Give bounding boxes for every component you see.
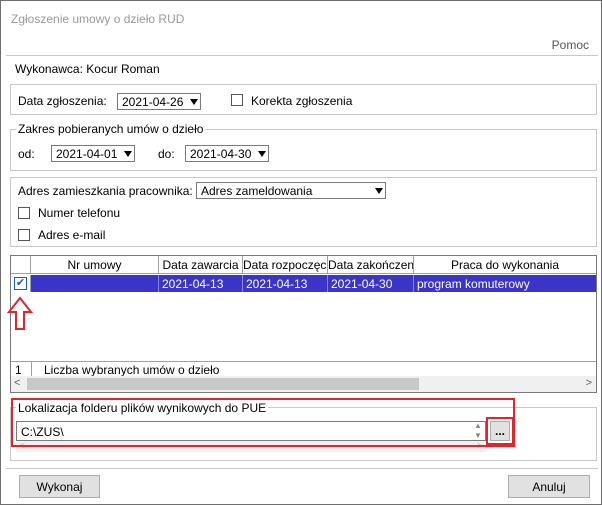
row-date-end: 2021-04-30 bbox=[328, 275, 414, 292]
range-title: Zakres pobieranych umów o dzieło bbox=[16, 122, 206, 136]
column-header-date-end[interactable]: Data zakończeni bbox=[328, 256, 414, 274]
chevron-down-icon bbox=[258, 151, 266, 157]
range-to-label: do: bbox=[158, 147, 175, 161]
column-header-nr[interactable]: Nr umowy bbox=[31, 256, 159, 274]
contractor-label: Wykonawca: bbox=[15, 62, 83, 76]
separator bbox=[6, 55, 598, 56]
grid-footer: 1 Liczba wybranych umów o dzieło bbox=[11, 361, 596, 377]
chevron-down-icon bbox=[124, 151, 132, 157]
column-header-work[interactable]: Praca do wykonania bbox=[414, 256, 596, 274]
range-from-picker[interactable]: 2021-04-01 bbox=[51, 145, 135, 162]
contractor-name: Kocur Roman bbox=[86, 62, 160, 76]
execute-button[interactable]: Wykonaj bbox=[19, 475, 100, 498]
row-nr bbox=[31, 275, 159, 292]
footer-divider bbox=[31, 362, 32, 376]
chevron-down-icon bbox=[375, 188, 383, 194]
row-date-signed: 2021-04-13 bbox=[159, 275, 243, 292]
email-label: Adres e-mail bbox=[38, 228, 106, 242]
address-label: Adres zamieszkania pracownika: bbox=[18, 184, 193, 198]
scroll-left-icon[interactable]: < bbox=[14, 377, 20, 389]
range-from-label: od: bbox=[18, 147, 35, 161]
correction-label: Korekta zgłoszenia bbox=[251, 94, 353, 108]
scroll-thumb[interactable] bbox=[27, 378, 419, 390]
separator bbox=[6, 468, 598, 469]
row-date-start: 2021-04-13 bbox=[243, 275, 328, 292]
highlight-frame-browse bbox=[486, 417, 514, 445]
contractor-line: Wykonawca: Kocur Roman bbox=[15, 62, 160, 76]
contracts-grid: Nr umowy Data zawarcia Data rozpoczęci D… bbox=[10, 255, 597, 393]
highlight-frame-path bbox=[11, 398, 515, 447]
grid-horizontal-scrollbar[interactable]: < > bbox=[11, 376, 596, 392]
help-link[interactable]: Pomoc bbox=[552, 38, 589, 52]
row-work: program komuterowy bbox=[414, 275, 596, 292]
footer-label: Liczba wybranych umów o dzieło bbox=[44, 363, 220, 377]
report-date-picker[interactable]: 2021-04-26 bbox=[117, 93, 201, 110]
chevron-down-icon bbox=[190, 99, 198, 105]
scroll-right-icon[interactable]: > bbox=[586, 377, 592, 389]
correction-checkbox[interactable] bbox=[231, 94, 243, 106]
range-from-value: 2021-04-01 bbox=[56, 147, 118, 161]
footer-count: 1 bbox=[15, 363, 22, 377]
column-header-check[interactable] bbox=[11, 256, 31, 274]
phone-checkbox[interactable] bbox=[18, 207, 30, 219]
report-date-value: 2021-04-26 bbox=[122, 95, 184, 109]
report-date-label: Data zgłoszenia: bbox=[18, 94, 107, 108]
phone-label: Numer telefonu bbox=[38, 206, 121, 220]
row-checkbox-checked-icon[interactable]: ✔ bbox=[14, 277, 27, 290]
row-check-cell[interactable]: ✔ bbox=[11, 275, 31, 292]
red-up-arrow-icon bbox=[7, 296, 33, 330]
window-title: Zgłoszenie umowy o dzieło RUD bbox=[1, 1, 601, 33]
range-to-picker[interactable]: 2021-04-30 bbox=[185, 145, 269, 162]
cancel-button[interactable]: Anuluj bbox=[508, 475, 590, 498]
address-select[interactable]: Adres zameldowania bbox=[196, 182, 386, 199]
dialog-window: Zgłoszenie umowy o dzieło RUD Pomoc Wyko… bbox=[0, 0, 602, 505]
email-checkbox[interactable] bbox=[18, 229, 30, 241]
address-value: Adres zameldowania bbox=[201, 184, 313, 198]
column-header-date-start[interactable]: Data rozpoczęci bbox=[243, 256, 328, 274]
column-header-date-signed[interactable]: Data zawarcia bbox=[159, 256, 243, 274]
range-to-value: 2021-04-30 bbox=[190, 147, 252, 161]
